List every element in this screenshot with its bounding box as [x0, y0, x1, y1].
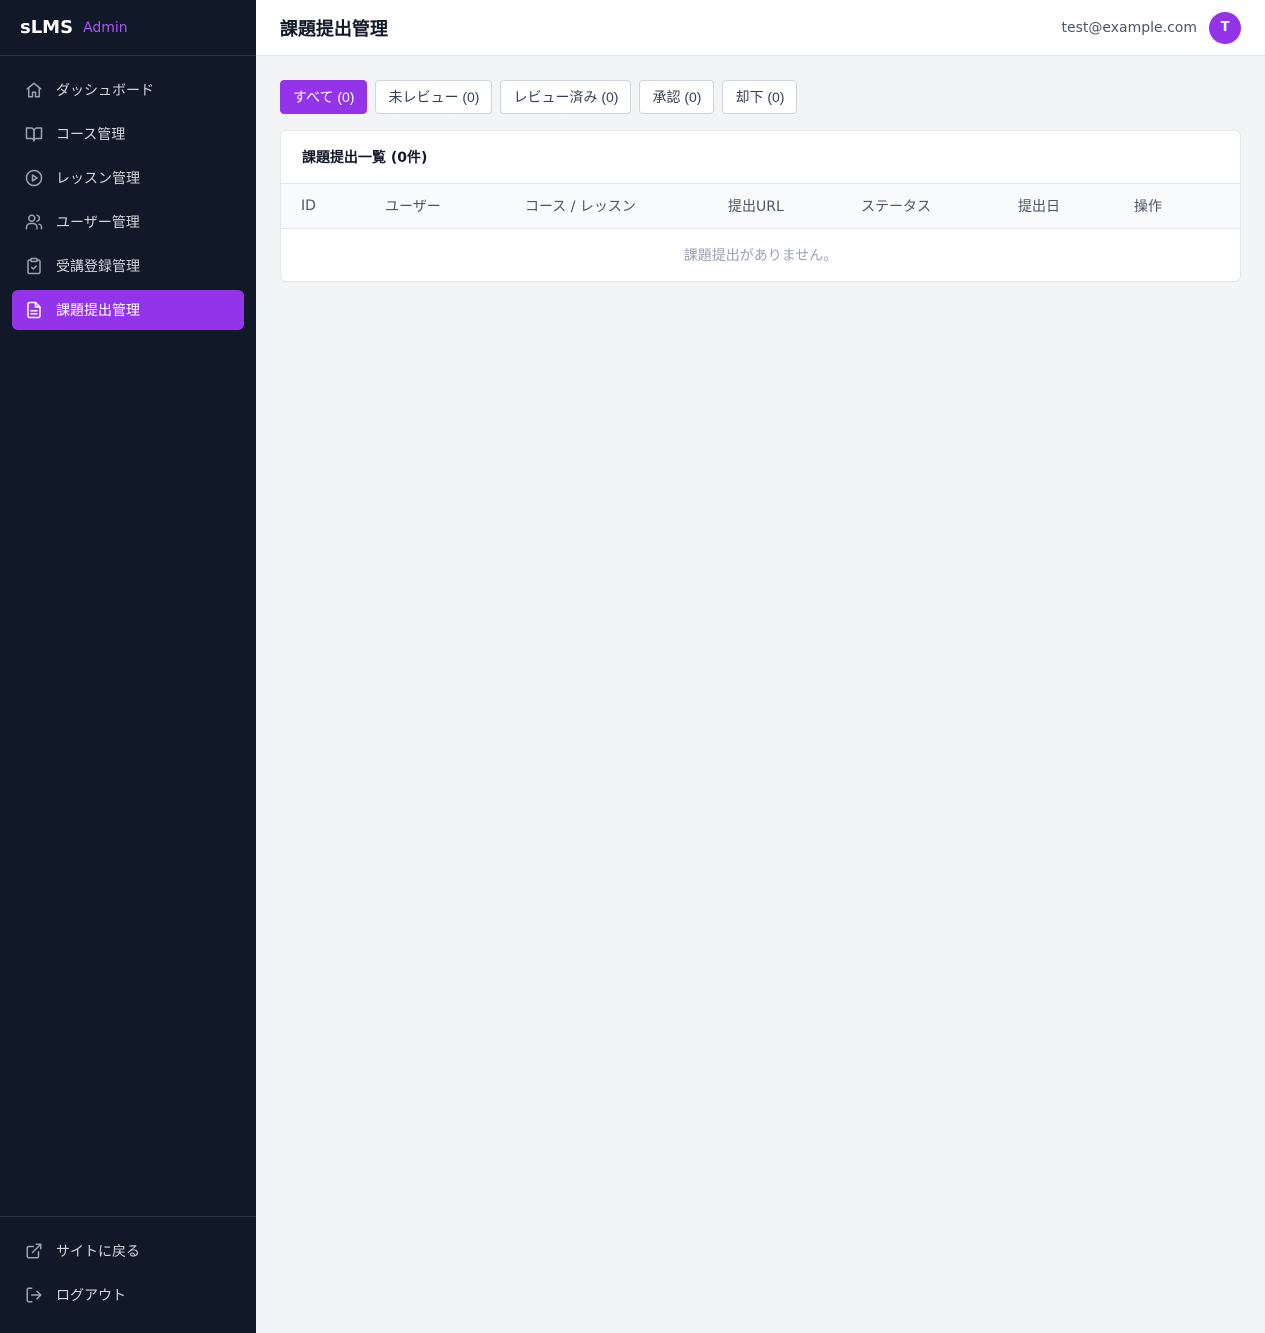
- brand: sLMS Admin: [0, 0, 256, 56]
- brand-name: sLMS: [20, 17, 74, 38]
- book-open-icon: [25, 125, 43, 143]
- logout-label: ログアウト: [56, 1288, 126, 1304]
- back-to-site-label: サイトに戻る: [56, 1244, 140, 1260]
- column-header-course-lesson: コース / レッスン: [525, 199, 636, 215]
- sidebar-item-lessons[interactable]: レッスン管理: [12, 158, 244, 198]
- sidebar-item-label: 受講登録管理: [56, 259, 140, 275]
- clipboard-check-icon: [25, 257, 43, 275]
- status-filter-tabs: すべて (0) 未レビュー (0) レビュー済み (0) 承認 (0) 却下 (…: [280, 80, 1241, 114]
- sidebar-nav: ダッシュボード コース管理 レッスン管理 ユーザー管理 受講登録管理 課題提出管…: [0, 56, 256, 330]
- user-email: test@example.com: [1061, 19, 1198, 36]
- play-circle-icon: [25, 169, 43, 187]
- sidebar-item-enrollments[interactable]: 受講登録管理: [12, 246, 244, 286]
- sidebar-footer: サイトに戻る ログアウト: [0, 1216, 256, 1333]
- users-icon: [25, 213, 43, 231]
- sidebar-item-label: 課題提出管理: [56, 303, 140, 319]
- file-text-icon: [25, 301, 43, 319]
- column-header-id: ID: [301, 198, 316, 214]
- sidebar: sLMS Admin ダッシュボード コース管理 レッスン管理 ユーザー管理 受…: [0, 0, 256, 1333]
- top-header: 課題提出管理 test@example.com T: [256, 0, 1265, 56]
- sidebar-item-label: ダッシュボード: [56, 83, 154, 99]
- filter-reviewed-button[interactable]: レビュー済み (0): [500, 80, 632, 114]
- page-title: 課題提出管理: [280, 18, 388, 40]
- sidebar-item-label: レッスン管理: [56, 171, 140, 187]
- column-header-submission-url: 提出URL: [728, 199, 784, 215]
- column-header-user: ユーザー: [385, 199, 441, 215]
- sidebar-item-label: ユーザー管理: [56, 215, 140, 231]
- log-out-icon: [25, 1286, 43, 1304]
- sidebar-item-courses[interactable]: コース管理: [12, 114, 244, 154]
- filter-rejected-button[interactable]: 却下 (0): [722, 80, 798, 114]
- avatar[interactable]: T: [1209, 11, 1241, 44]
- filter-all-button[interactable]: すべて (0): [280, 80, 368, 114]
- external-link-icon: [25, 1242, 43, 1260]
- user-menu: test@example.com T: [1061, 11, 1241, 44]
- sidebar-item-dashboard[interactable]: ダッシュボード: [12, 70, 244, 110]
- back-to-site-link[interactable]: サイトに戻る: [12, 1231, 244, 1271]
- card-title: 課題提出一覧 (0件): [281, 131, 1240, 184]
- column-header-status: ステータス: [861, 199, 931, 215]
- empty-state-message: 課題提出がありません。: [683, 248, 838, 264]
- column-header-actions: 操作: [1134, 199, 1162, 215]
- sidebar-item-label: コース管理: [56, 127, 126, 143]
- filter-approved-button[interactable]: 承認 (0): [639, 80, 715, 114]
- column-header-submitted-date: 提出日: [1018, 199, 1060, 215]
- table-header: ID ユーザー コース / レッスン 提出URL ステータス 提出日 操作: [281, 184, 1240, 229]
- main-content: すべて (0) 未レビュー (0) レビュー済み (0) 承認 (0) 却下 (…: [280, 80, 1241, 282]
- sidebar-item-users[interactable]: ユーザー管理: [12, 202, 244, 242]
- brand-tag: Admin: [83, 19, 128, 36]
- logout-button[interactable]: ログアウト: [12, 1275, 244, 1315]
- submissions-card: 課題提出一覧 (0件) ID ユーザー コース / レッスン 提出URL ステー…: [280, 130, 1241, 282]
- home-icon: [25, 81, 43, 99]
- filter-unreviewed-button[interactable]: 未レビュー (0): [375, 80, 493, 114]
- sidebar-item-submissions[interactable]: 課題提出管理: [12, 290, 244, 330]
